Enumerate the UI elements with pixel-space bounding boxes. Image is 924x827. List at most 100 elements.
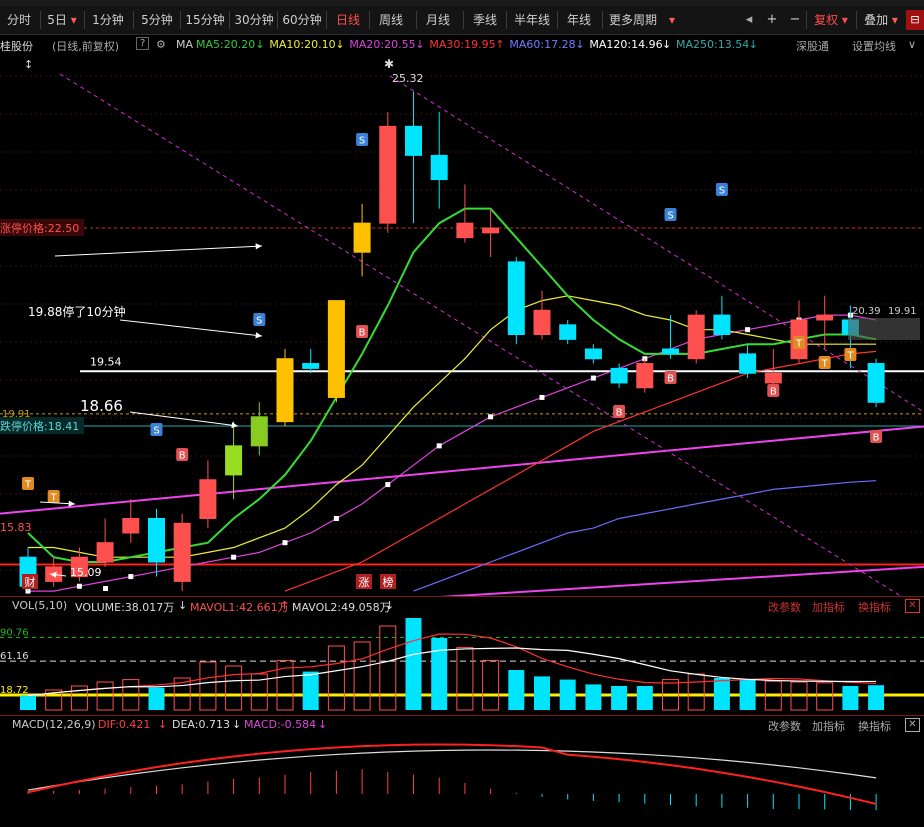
dif-value: DIF:0.421: [98, 718, 151, 731]
period-1min[interactable]: 1分钟: [86, 10, 130, 30]
left-mid-label: 19.91: [2, 409, 31, 420]
macd-switch-link[interactable]: 换指标: [858, 718, 891, 734]
candle-body: [353, 222, 371, 253]
volume-bar: [302, 671, 319, 710]
buy-marker: B: [873, 433, 880, 444]
macd-close-icon[interactable]: ✕: [905, 718, 920, 732]
fuquan-button[interactable]: 复权 ▾: [808, 10, 854, 30]
help-icon[interactable]: ?: [136, 37, 150, 50]
vol-close-icon[interactable]: ✕: [905, 599, 920, 613]
volume-bar: [508, 670, 525, 710]
ma-legend-item: MA60:17.28: [509, 38, 576, 51]
candle-body: [739, 353, 757, 374]
ma20-marker: [590, 375, 596, 381]
ma-legend-item: MA30:19.95: [429, 38, 496, 51]
left-scroll-icon[interactable]: ◂: [740, 10, 758, 30]
volume-bar: [611, 686, 628, 710]
ma20-marker: [539, 394, 545, 400]
annotation-arrow-icon-head: [255, 243, 262, 250]
period-halfyear[interactable]: 半年线: [508, 10, 556, 30]
period-quarterly[interactable]: 季线: [465, 10, 505, 30]
annotation-arrow-icon: [54, 245, 263, 257]
trend-line-up: [0, 425, 924, 515]
vol-params-link[interactable]: 改参数: [768, 599, 801, 615]
overlay-button[interactable]: 叠加 ▾: [858, 10, 904, 30]
vol-title: VOL(5,10): [12, 599, 68, 612]
mavol1-arrow-icon: ↑: [280, 599, 290, 612]
zoom-out-button[interactable]: −: [785, 10, 805, 30]
volume-bar: [687, 673, 705, 711]
vol-switch-link[interactable]: 换指标: [858, 599, 891, 615]
period-5min[interactable]: 5分钟: [135, 10, 179, 30]
ma20-marker: [385, 482, 391, 488]
period-fenshi[interactable]: 分时: [0, 10, 38, 30]
vol-add-link[interactable]: 加指标: [812, 599, 845, 615]
annotation-arrow-icon: [119, 319, 263, 337]
candle-body: [713, 314, 731, 336]
ma-prefix: MA: [176, 38, 194, 51]
period-monthly[interactable]: 月线: [418, 10, 458, 30]
macd-chart[interactable]: [0, 734, 924, 827]
ma-legend-item: MA5:20.20: [196, 38, 256, 51]
volume-bar: [739, 679, 756, 710]
candle-body: [96, 542, 114, 563]
drag-handle-icon: ↕: [24, 58, 33, 71]
level-1866-label: 18.66: [80, 397, 123, 415]
period-5day[interactable]: 5日 ▾: [42, 10, 82, 30]
candle-body: [662, 348, 679, 355]
limit-up-label: 涨停价格:22.50: [0, 221, 79, 235]
macd-add-link[interactable]: 加指标: [812, 718, 845, 734]
trade-marker: T: [50, 493, 58, 504]
volume-bar: [636, 686, 653, 710]
ma20-marker: [231, 554, 237, 560]
sell-marker: S: [153, 426, 159, 437]
deep-hk-link[interactable]: 深股通: [796, 38, 829, 54]
volume-bar: [559, 679, 576, 710]
volume-bar: [431, 638, 448, 710]
volume-bar: [713, 678, 730, 710]
star-icon: ✱: [384, 57, 394, 71]
period-15min[interactable]: 15分钟: [182, 10, 228, 30]
volume-bar: [327, 645, 345, 711]
ma20-marker: [436, 443, 442, 449]
period-weekly[interactable]: 周线: [371, 10, 411, 30]
ma20-marker: [128, 574, 134, 580]
macd-title: MACD(12,26,9): [12, 718, 96, 731]
ma-trend-arrow-icon: ↓: [255, 38, 265, 51]
volume-bar: [405, 618, 422, 710]
zoom-in-button[interactable]: +: [762, 10, 782, 30]
ma-trend-arrow-icon: ↑: [495, 38, 505, 51]
macd-params-link[interactable]: 改参数: [768, 718, 801, 734]
ma20-marker: [282, 540, 288, 546]
candle-body: [610, 367, 628, 384]
ma5-line: [27, 207, 877, 563]
period-yearly[interactable]: 年线: [559, 10, 599, 30]
side-panel-toggle[interactable]: ⊟: [906, 10, 924, 30]
volume-bar: [199, 661, 217, 711]
period-daily[interactable]: 日线: [328, 10, 368, 30]
annotation-arrow-icon-head: [255, 332, 262, 339]
ma-legend-item: MA20:20.55: [349, 38, 416, 51]
macd-arrow-icon: ↓: [318, 718, 328, 731]
price-highlight-box: [848, 318, 920, 340]
buy-marker: B: [359, 328, 366, 339]
candle-body: [867, 363, 885, 403]
more-periods-dropdown-icon[interactable]: ▾: [664, 10, 680, 30]
ma-settings-link[interactable]: 设置均线: [852, 38, 896, 54]
ma-settings-icon[interactable]: ⚙: [156, 38, 166, 51]
ma-trend-arrow-icon: ↓: [335, 38, 345, 51]
dif-line: [27, 743, 877, 805]
period-60min[interactable]: 60分钟: [279, 10, 325, 30]
macd-panel-header: MACD(12,26,9) DIF:0.421 ↓ DEA:0.713 ↓ MA…: [0, 715, 924, 734]
bottom-dot: [103, 586, 108, 591]
candle-body: [533, 309, 551, 336]
ma-dropdown-icon[interactable]: ∨: [908, 38, 916, 51]
ma20-marker: [745, 327, 751, 333]
ma-legend-item: MA10:20.10: [269, 38, 336, 51]
period-label: (日线,前复权): [52, 40, 120, 53]
period-more[interactable]: 更多周期: [604, 10, 662, 30]
volume-chart[interactable]: 90.76 61.16 18.72: [0, 614, 924, 712]
candle-body: [636, 363, 654, 389]
candlestick-chart[interactable]: SSSSSSBBBBBBTTTTT25.32✱↕涨停价格:22.50跌停价格:1…: [0, 56, 924, 596]
period-30min[interactable]: 30分钟: [231, 10, 277, 30]
